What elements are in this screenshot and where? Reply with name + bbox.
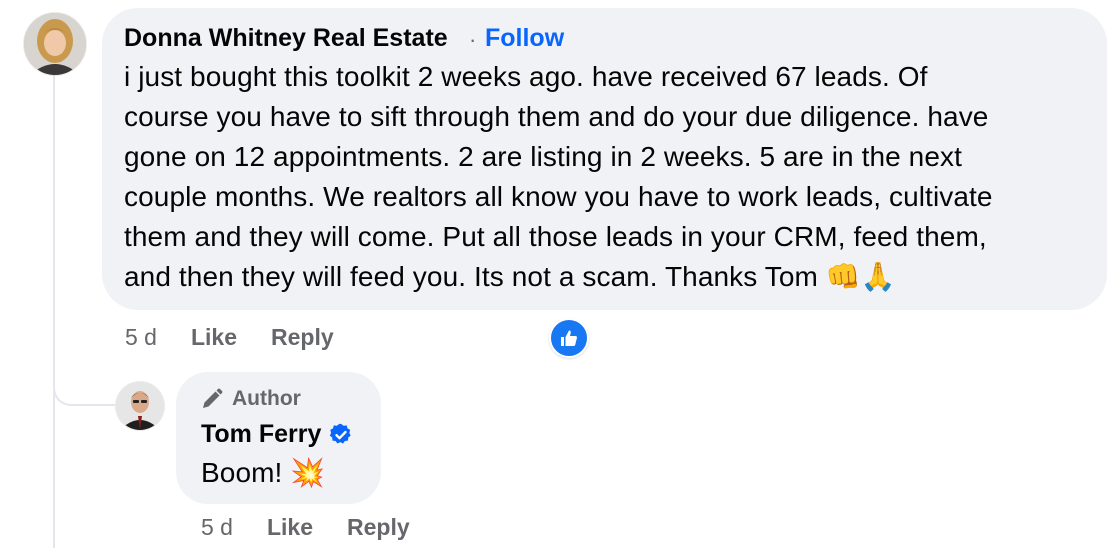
comment-line: gone on 12 appointments. 2 are listing i… xyxy=(124,141,962,172)
comment-timestamp[interactable]: 5 d xyxy=(125,324,157,351)
comment-line: couple months. We realtors all know you … xyxy=(124,181,993,212)
comment-line: i just bought this toolkit 2 weeks ago. … xyxy=(124,61,928,92)
thread-line-branch xyxy=(53,380,115,406)
comment-actions: 5 d Like Reply xyxy=(125,324,368,351)
reply-author-text: Tom Ferry xyxy=(201,420,322,448)
like-reaction-badge[interactable] xyxy=(549,318,589,358)
avatar-donna-whitney[interactable] xyxy=(24,13,86,75)
thread-line-vertical xyxy=(53,74,55,548)
profile-photo-icon xyxy=(24,13,86,75)
reply-timestamp[interactable]: 5 d xyxy=(201,514,233,541)
reply-text: Boom! 💥 xyxy=(201,457,326,488)
author-badge-label: Author xyxy=(232,387,301,410)
avatar-tom-ferry[interactable] xyxy=(116,382,164,430)
follow-button[interactable]: Follow xyxy=(485,24,564,53)
reply-reply-button[interactable]: Reply xyxy=(347,514,410,541)
reply-actions: 5 d Like Reply xyxy=(201,514,444,541)
like-button[interactable]: Like xyxy=(191,324,237,351)
pen-icon xyxy=(203,388,223,408)
thumbs-up-icon xyxy=(561,330,577,346)
comment-text: i just bought this toolkit 2 weeks ago. … xyxy=(124,57,993,297)
reply-author-name[interactable]: Tom Ferry xyxy=(201,420,353,449)
comment-line: and then they will feed you. Its not a s… xyxy=(124,261,896,292)
reply-button[interactable]: Reply xyxy=(271,324,334,351)
separator-dot: · xyxy=(469,27,477,52)
author-badge: Author xyxy=(200,387,301,411)
verified-badge-icon xyxy=(330,424,352,444)
comment-line: them and they will come. Put all those l… xyxy=(124,221,987,252)
comment-author-name[interactable]: Donna Whitney Real Estate xyxy=(124,24,448,53)
profile-photo-icon xyxy=(116,382,164,430)
reply-like-button[interactable]: Like xyxy=(267,514,313,541)
comment-line: course you have to sift through them and… xyxy=(124,101,989,132)
